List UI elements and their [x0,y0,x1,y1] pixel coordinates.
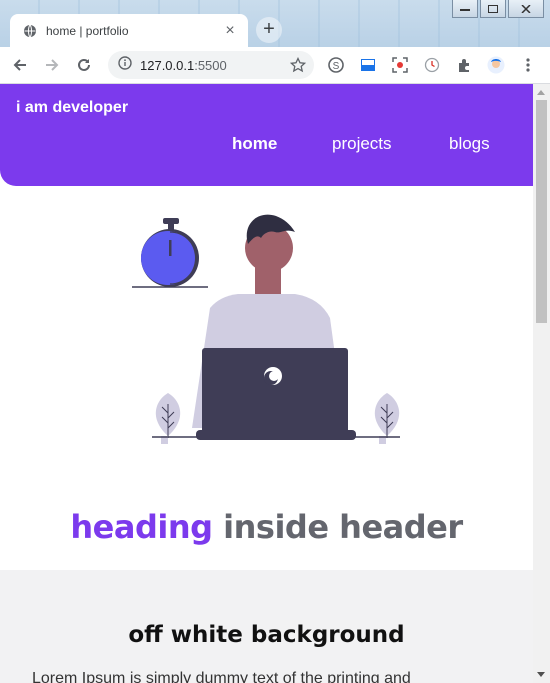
site-header: i am developer home projects blogs [0,84,533,186]
url-port: :5500 [194,57,227,73]
page-viewport: i am developer home projects blogs headi… [0,84,533,683]
skype-icon[interactable]: S [327,56,345,74]
browser-tabstrip: home | portfolio × + [0,0,550,47]
svg-text:S: S [333,61,340,72]
maximize-button[interactable] [480,0,506,18]
developer-illustration [132,214,400,444]
browser-toolbar: 127.0.0.1:5500 S [0,47,550,84]
close-icon[interactable]: × [222,22,238,39]
back-icon[interactable] [8,53,32,77]
hero-heading-accent: heading [70,508,213,546]
reload-icon[interactable] [72,53,96,77]
site-brand[interactable]: i am developer [16,99,128,117]
section-text: Lorem Ipsum is simply dummy text of the … [32,670,411,683]
scroll-down-arrow[interactable] [537,672,545,677]
window-controls [452,0,544,18]
hero-heading-rest: inside header [223,508,463,546]
url-host: 127.0.0.1 [140,57,195,73]
tab-title: home | portfolio [46,23,129,38]
stopwatch-icon [132,218,208,288]
avatar-icon[interactable] [487,56,505,74]
nav-home[interactable]: home [232,134,277,154]
nav-blogs[interactable]: blogs [449,134,490,154]
scroll-up-arrow[interactable] [537,90,545,95]
scroll-thumb[interactable] [536,100,547,323]
laptop-icon [196,348,356,440]
minimize-button[interactable] [452,0,478,18]
url-text: 127.0.0.1:5500 [140,58,227,73]
new-tab-button[interactable]: + [256,17,282,43]
star-icon[interactable] [289,56,307,73]
page-scrollbar[interactable] [533,84,550,683]
hero-heading: heading inside header [0,508,533,546]
nav-projects[interactable]: projects [332,134,392,154]
globe-icon [22,23,38,39]
section-title: off white background [128,622,405,648]
address-bar[interactable]: 127.0.0.1:5500 [108,51,314,79]
menu-icon[interactable] [519,56,537,74]
puzzle-icon[interactable] [455,56,473,74]
screenshot-icon[interactable] [391,56,409,74]
extension-icon[interactable] [359,56,377,74]
offwhite-section: off white background Lorem Ipsum is simp… [0,570,533,683]
clock-icon[interactable] [423,56,441,74]
info-icon[interactable] [118,55,132,75]
close-window-button[interactable] [508,0,544,18]
forward-icon[interactable] [40,53,64,77]
browser-tab[interactable]: home | portfolio × [10,14,248,47]
